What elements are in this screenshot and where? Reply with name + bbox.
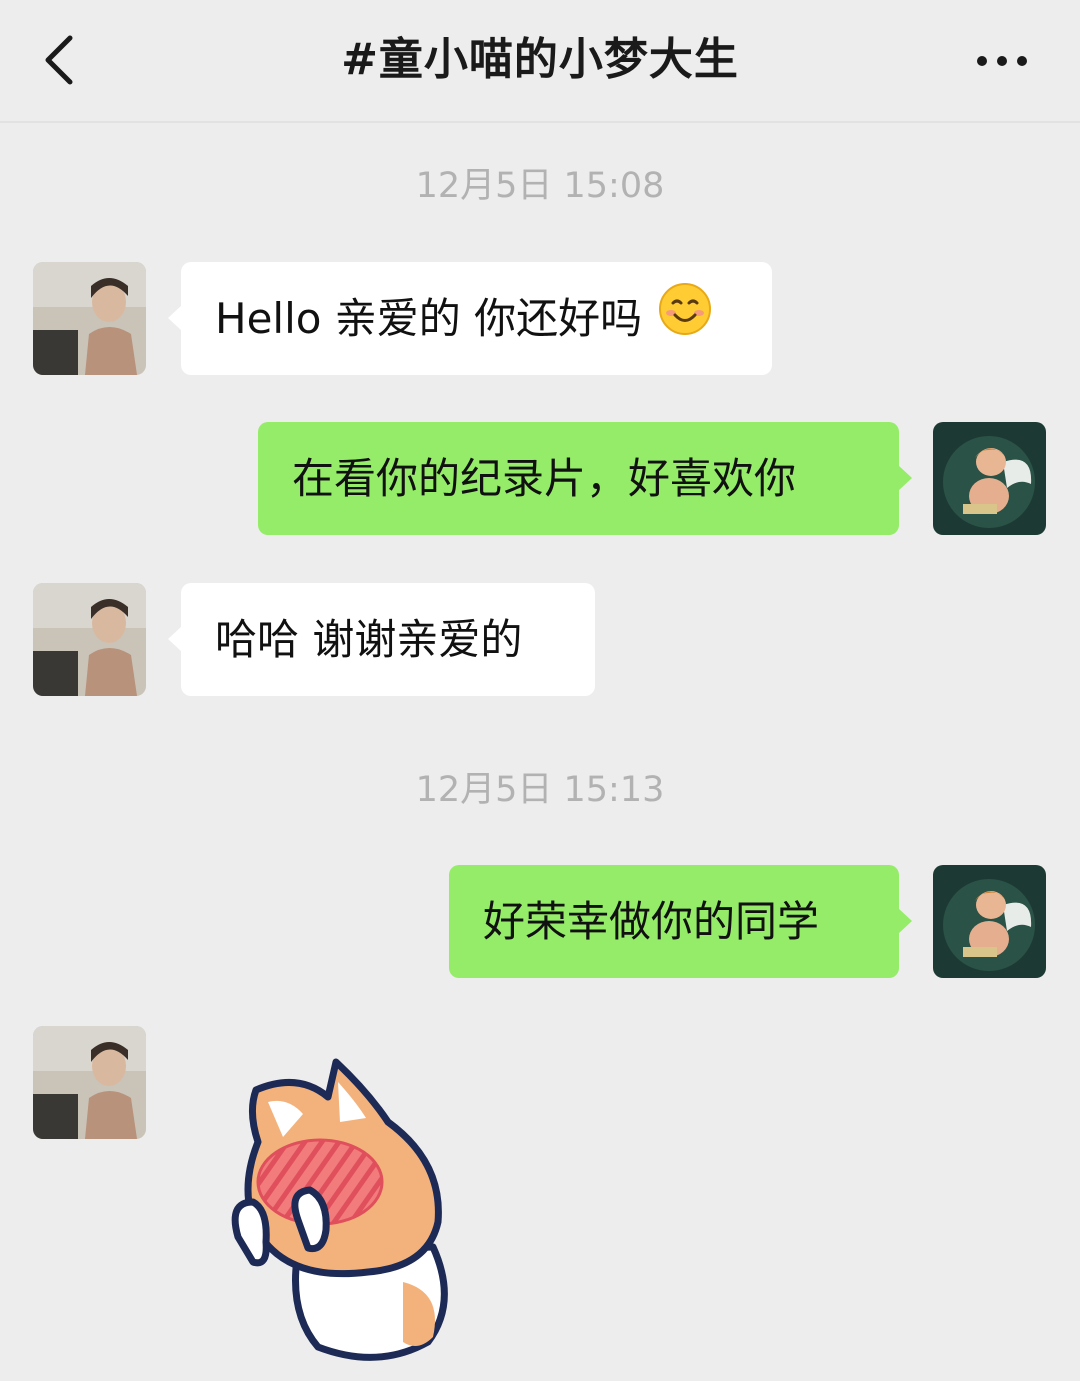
message-timestamp: 12月5日 15:13	[415, 770, 665, 810]
message-text: 好荣幸做你的同学	[483, 897, 820, 946]
contact-avatar[interactable]	[33, 262, 146, 375]
ellipsis-icon	[977, 56, 1027, 66]
incoming-message[interactable]: 哈哈 谢谢亲爱的	[168, 583, 595, 696]
more-options-button[interactable]	[972, 44, 1032, 78]
my-avatar[interactable]	[933, 865, 1046, 978]
chat-title: #童小喵的小梦大生	[341, 34, 739, 85]
message-text: 哈哈 谢谢亲爱的	[215, 615, 523, 664]
my-avatar[interactable]	[933, 422, 1046, 535]
message-timestamp: 12月5日 15:08	[415, 166, 665, 206]
chat-header: #童小喵的小梦大生	[0, 0, 1080, 123]
message-text: 在看你的纪录片，好喜欢你	[292, 454, 797, 503]
shy-cat-sticker[interactable]	[228, 1052, 468, 1362]
contact-avatar[interactable]	[33, 583, 146, 696]
outgoing-message[interactable]: 好荣幸做你的同学	[449, 865, 912, 978]
message-text: Hello 亲爱的 你还好吗	[215, 294, 643, 343]
smiling-face-emoji	[658, 265, 712, 378]
contact-avatar[interactable]	[33, 1026, 146, 1139]
incoming-message[interactable]: Hello 亲爱的 你还好吗	[168, 262, 772, 378]
outgoing-message[interactable]: 在看你的纪录片，好喜欢你	[258, 422, 912, 535]
